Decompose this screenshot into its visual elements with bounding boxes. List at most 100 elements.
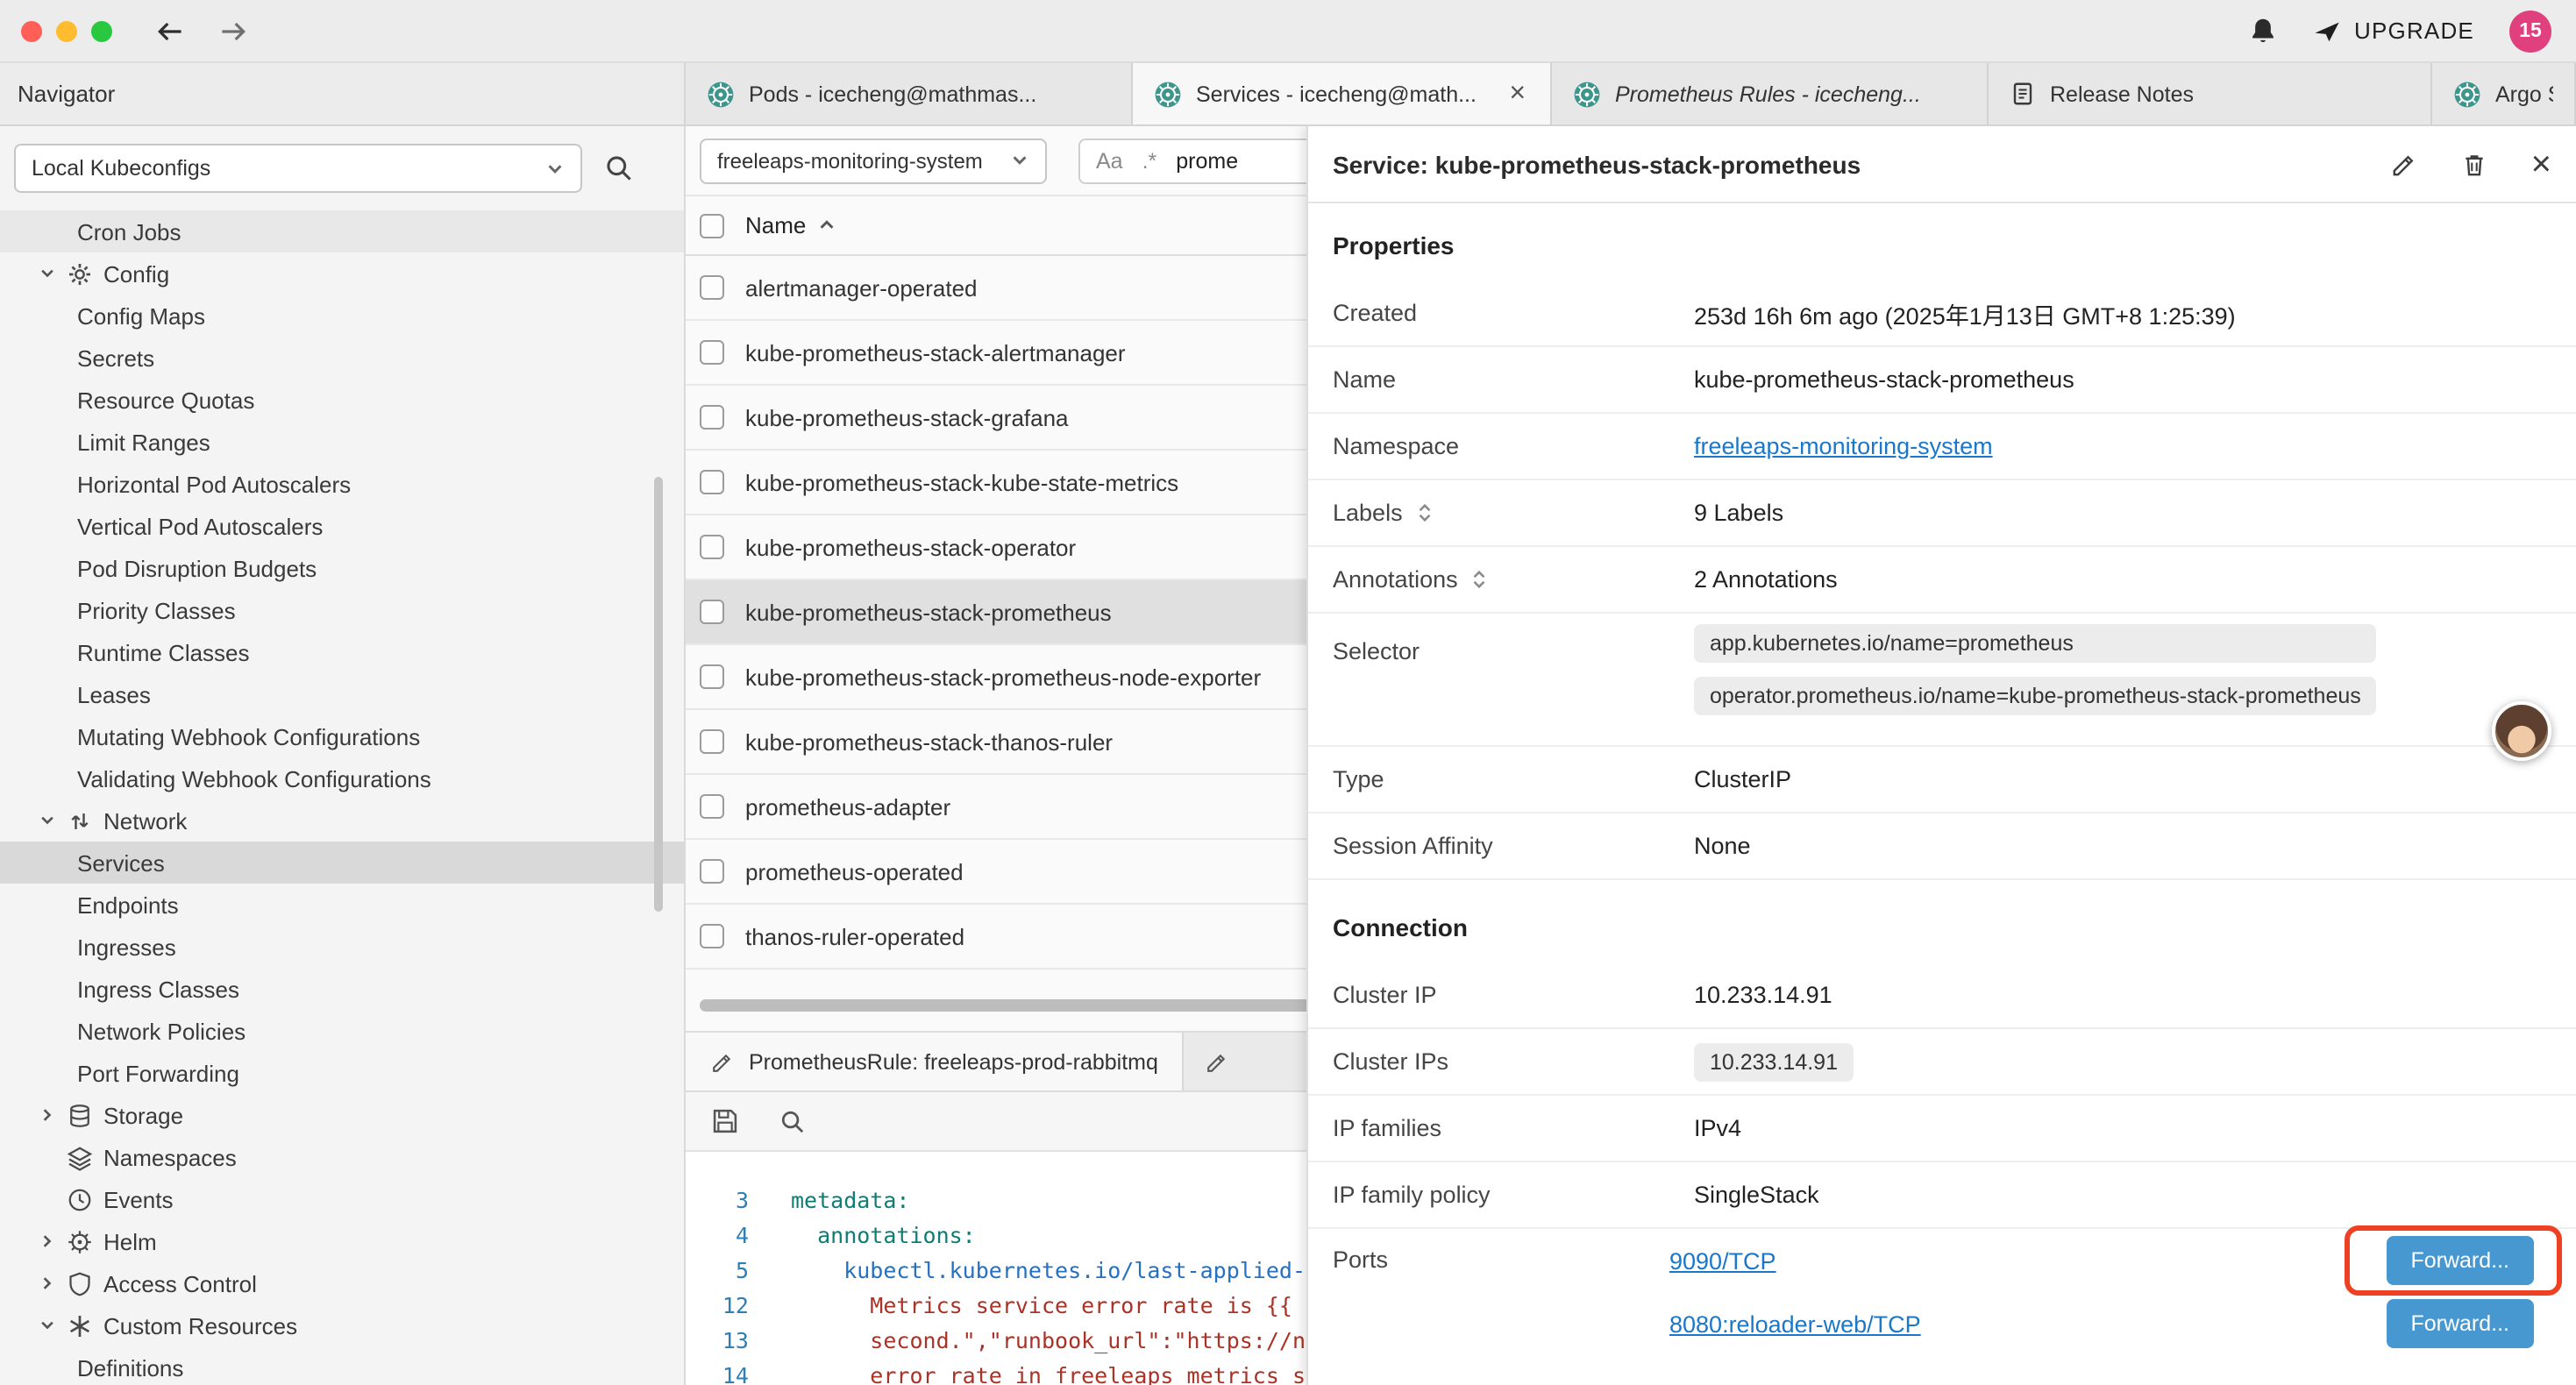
tab-argo[interactable]: Argo S: [2432, 63, 2576, 124]
ip-family-policy-value: SingleStack: [1694, 1182, 1819, 1208]
pencil-icon: [1206, 1049, 1230, 1074]
chevron-down-icon: [39, 265, 56, 282]
row-checkbox[interactable]: [700, 600, 724, 624]
detail-row-cluster-ips: Cluster IPs 10.233.14.91: [1308, 1029, 2576, 1096]
sidebar-item-storage[interactable]: Storage: [0, 1094, 684, 1136]
row-checkbox[interactable]: [700, 405, 724, 430]
sidebar-item-limit-ranges[interactable]: Limit Ranges: [0, 421, 684, 463]
expand-collapse-icon[interactable]: [1470, 570, 1490, 589]
sidebar-item-validating-webhook-configurations[interactable]: Validating Webhook Configurations: [0, 757, 684, 799]
sidebar-item-access-control[interactable]: Access Control: [0, 1262, 684, 1304]
tab-services[interactable]: Services - icecheng@math... ×: [1133, 63, 1552, 124]
sidebar-item-services[interactable]: Services: [0, 842, 684, 884]
sidebar-item-ingress-classes[interactable]: Ingress Classes: [0, 968, 684, 1010]
minimize-window-button[interactable]: [56, 20, 77, 41]
sidebar-item-network-policies[interactable]: Network Policies: [0, 1010, 684, 1052]
row-checkbox[interactable]: [700, 535, 724, 559]
kubernetes-cluster-icon: [2453, 80, 2481, 108]
sidebar-item-config[interactable]: Config: [0, 252, 684, 295]
row-checkbox[interactable]: [700, 340, 724, 365]
chevron-right-icon: [39, 1106, 56, 1124]
sidebar-item-definitions[interactable]: Definitions: [0, 1346, 684, 1385]
sidebar-item-priority-classes[interactable]: Priority Classes: [0, 589, 684, 631]
maximize-window-button[interactable]: [91, 20, 112, 41]
tab-prometheus-rules[interactable]: Prometheus Rules - icecheng...: [1552, 63, 1989, 124]
close-panel-icon[interactable]: ×: [2531, 146, 2551, 181]
namespace-filter-dropdown[interactable]: freeleaps-monitoring-system: [700, 138, 1047, 183]
edit-pencil-icon[interactable]: [2391, 150, 2419, 178]
row-checkbox[interactable]: [700, 859, 724, 884]
detail-row-ip-families: IP families IPv4: [1308, 1096, 2576, 1162]
selector-chip: app.kubernetes.io/name=prometheus: [1694, 624, 2377, 663]
row-checkbox[interactable]: [700, 664, 724, 689]
sidebar-item-custom-resources[interactable]: Custom Resources: [0, 1304, 684, 1346]
sidebar-item-cron-jobs[interactable]: Cron Jobs: [0, 210, 684, 252]
sidebar-item-pod-disruption-budgets[interactable]: Pod Disruption Budgets: [0, 547, 684, 589]
forward-button[interactable]: [217, 15, 249, 46]
forward-button[interactable]: Forward...: [2386, 1236, 2534, 1285]
namespace-link[interactable]: freeleaps-monitoring-system: [1694, 433, 1993, 459]
dock-tab-prometheusrule[interactable]: PrometheusRule: freeleaps-prod-rabbitmq: [686, 1033, 1185, 1090]
back-button[interactable]: [154, 15, 186, 46]
close-window-button[interactable]: [21, 20, 42, 41]
tab-pods[interactable]: Pods - icecheng@mathmas...: [686, 63, 1133, 124]
detail-row-selector: Selector app.kubernetes.io/name=promethe…: [1308, 614, 2576, 747]
detail-row-cluster-ip: Cluster IP 10.233.14.91: [1308, 962, 2576, 1029]
sort-ascending-icon: [816, 216, 836, 235]
notifications-bell-icon[interactable]: [2247, 16, 2277, 46]
sidebar-item-endpoints[interactable]: Endpoints: [0, 884, 684, 926]
chevron-right-icon: [39, 1275, 56, 1292]
sidebar-item-ingresses[interactable]: Ingresses: [0, 926, 684, 968]
sidebar-item-helm[interactable]: Helm: [0, 1220, 684, 1262]
sidebar-item-leases[interactable]: Leases: [0, 673, 684, 715]
row-checkbox[interactable]: [700, 924, 724, 948]
tab-label: Argo S: [2495, 82, 2553, 106]
sidebar-item-secrets[interactable]: Secrets: [0, 337, 684, 379]
select-all-checkbox[interactable]: [700, 213, 724, 238]
sidebar-item-resource-quotas[interactable]: Resource Quotas: [0, 379, 684, 421]
save-icon[interactable]: [710, 1106, 740, 1136]
tab-release-notes[interactable]: Release Notes: [1989, 63, 2432, 124]
chevron-down-icon: [1010, 151, 1029, 170]
delete-trash-icon[interactable]: [2461, 150, 2489, 178]
sidebar-item-vertical-pod-autoscalers[interactable]: Vertical Pod Autoscalers: [0, 505, 684, 547]
match-case-toggle[interactable]: Aa: [1096, 148, 1123, 173]
expand-collapse-icon[interactable]: [1415, 503, 1434, 522]
upgrade-button[interactable]: UPGRADE: [2312, 17, 2474, 45]
dock-tab-partial[interactable]: [1185, 1033, 1251, 1090]
detail-row-labels: Labels 9 Labels: [1308, 480, 2576, 547]
port-link-9090[interactable]: 9090/TCP: [1669, 1247, 1776, 1274]
row-checkbox[interactable]: [700, 470, 724, 494]
navigator-title: Navigator: [18, 81, 115, 107]
sidebar-item-horizontal-pod-autoscalers[interactable]: Horizontal Pod Autoscalers: [0, 463, 684, 505]
detail-row-ip-family-policy: IP family policy SingleStack: [1308, 1162, 2576, 1229]
sidebar-scrollbar[interactable]: [654, 477, 663, 912]
row-checkbox[interactable]: [700, 729, 724, 754]
port-link-8080[interactable]: 8080:reloader-web/TCP: [1669, 1310, 1921, 1337]
horizontal-scrollbar[interactable]: [700, 999, 1348, 1012]
forward-button[interactable]: Forward...: [2386, 1299, 2534, 1348]
shield-icon: [67, 1270, 93, 1296]
sidebar-item-events[interactable]: Events: [0, 1178, 684, 1220]
notification-count-badge[interactable]: 15: [2509, 10, 2551, 52]
session-affinity-value: None: [1694, 833, 1751, 859]
ip-families-value: IPv4: [1694, 1115, 1741, 1141]
sidebar-search-icon[interactable]: [603, 153, 635, 184]
name-column-header[interactable]: Name: [745, 212, 836, 238]
sidebar-item-port-forwarding[interactable]: Port Forwarding: [0, 1052, 684, 1094]
close-tab-icon[interactable]: ×: [1505, 80, 1529, 108]
regex-toggle[interactable]: .*: [1142, 148, 1157, 173]
kubeconfig-selector[interactable]: Local Kubeconfigs: [14, 144, 582, 193]
sidebar-item-network[interactable]: Network: [0, 799, 684, 842]
kubeconfig-selector-value: Local Kubeconfigs: [32, 156, 210, 181]
user-avatar[interactable]: [2492, 701, 2551, 761]
port-entry: 8080:reloader-web/TCP Forward...: [1669, 1292, 2576, 1355]
sidebar-item-config-maps[interactable]: Config Maps: [0, 295, 684, 337]
sidebar-item-mutating-webhook-configurations[interactable]: Mutating Webhook Configurations: [0, 715, 684, 757]
sidebar-item-namespaces[interactable]: Namespaces: [0, 1136, 684, 1178]
sidebar-item-runtime-classes[interactable]: Runtime Classes: [0, 631, 684, 673]
release-notes-icon: [2010, 81, 2036, 107]
row-checkbox[interactable]: [700, 794, 724, 819]
editor-search-icon[interactable]: [779, 1107, 807, 1135]
row-checkbox[interactable]: [700, 275, 724, 300]
